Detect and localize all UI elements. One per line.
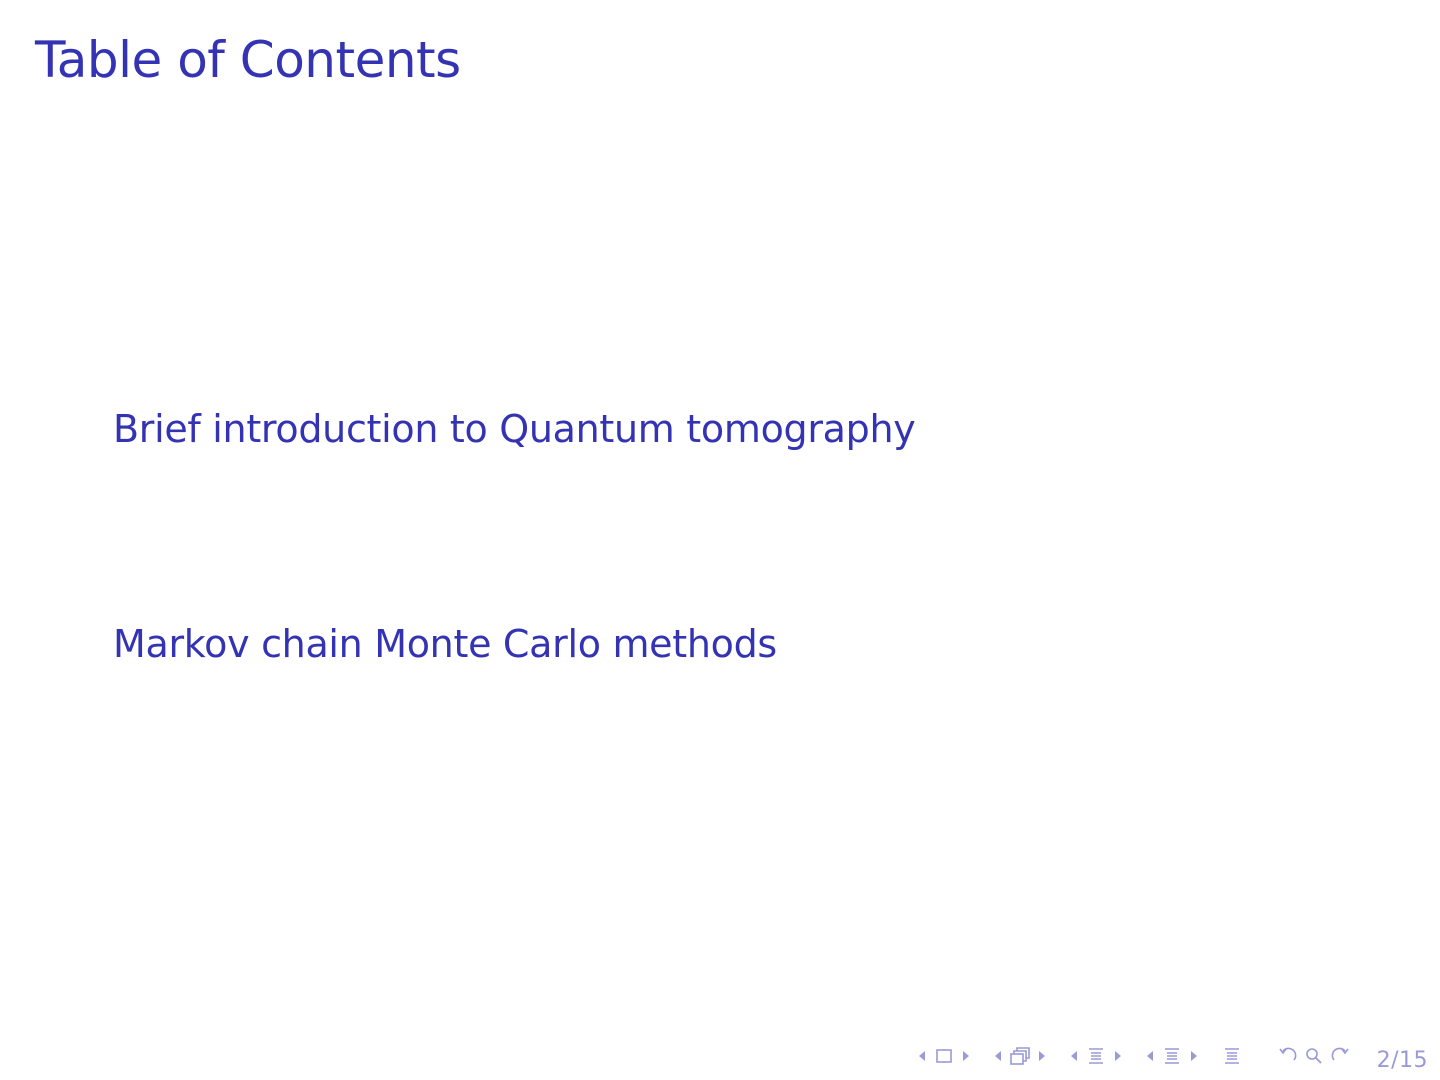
prev-arrow-icon[interactable]: [917, 1049, 926, 1063]
slide-title: Table of Contents: [35, 31, 461, 89]
frame-icon: [935, 1049, 952, 1063]
prev-arrow-icon[interactable]: [1069, 1049, 1078, 1063]
section-list-icon: [1164, 1048, 1179, 1064]
prev-arrow-icon[interactable]: [993, 1049, 1002, 1063]
subsection-navigation[interactable]: [993, 1045, 1047, 1067]
beamer-navigation-bar: 2/15: [917, 1040, 1428, 1073]
section-list-navigation[interactable]: [1145, 1045, 1199, 1067]
next-arrow-icon[interactable]: [1190, 1049, 1199, 1063]
forward-icon[interactable]: [1329, 1045, 1351, 1067]
next-arrow-icon[interactable]: [1038, 1049, 1047, 1063]
toc-item-quantum-tomography[interactable]: Brief introduction to Quantum tomography: [113, 407, 916, 453]
back-icon[interactable]: [1277, 1045, 1299, 1067]
prev-arrow-icon[interactable]: [1145, 1049, 1154, 1063]
section-icon: [1088, 1048, 1103, 1064]
frame-navigation[interactable]: [917, 1045, 971, 1067]
back-search-forward[interactable]: [1277, 1045, 1351, 1067]
next-arrow-icon[interactable]: [962, 1049, 971, 1063]
toc-item-mcmc-methods[interactable]: Markov chain Monte Carlo methods: [113, 622, 777, 668]
outline-icon[interactable]: [1221, 1045, 1243, 1067]
section-navigation[interactable]: [1069, 1045, 1123, 1067]
search-icon[interactable]: [1303, 1045, 1325, 1067]
subsection-icon: [1009, 1047, 1030, 1065]
next-arrow-icon[interactable]: [1114, 1049, 1123, 1063]
page-number: 2/15: [1376, 1047, 1428, 1073]
slide: Table of Contents Brief introduction to …: [0, 0, 1440, 1080]
